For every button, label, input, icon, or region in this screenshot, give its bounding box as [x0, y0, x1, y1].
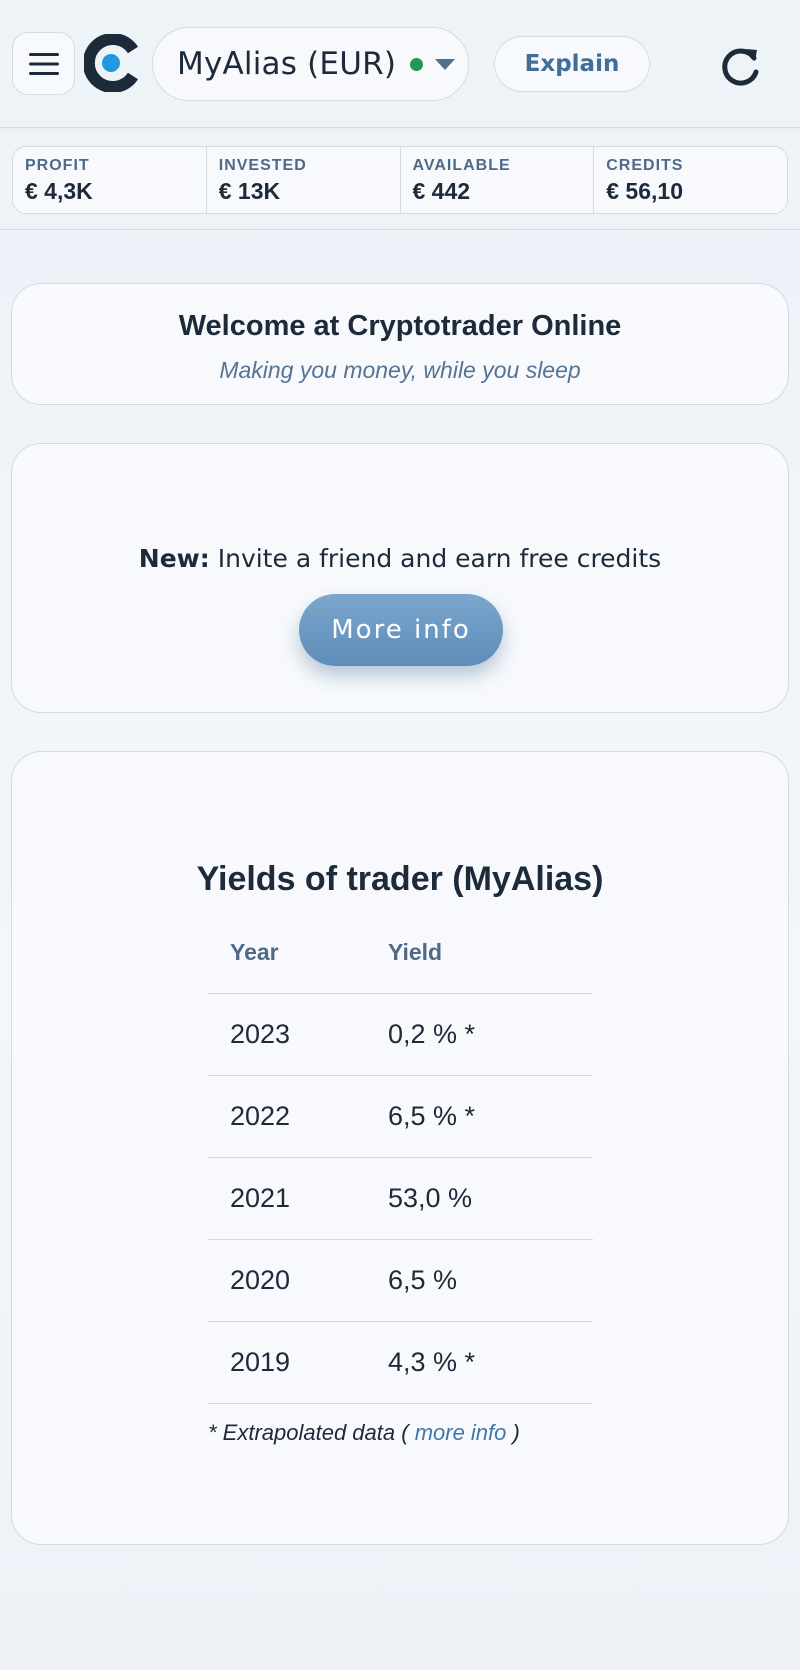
footnote-more-info-link[interactable]: more info — [415, 1420, 507, 1445]
account-selector[interactable]: MyAlias (EUR) — [152, 27, 469, 101]
year-cell: 2022 — [230, 1101, 291, 1131]
welcome-card: Welcome at Cryptotrader Online Making yo… — [11, 283, 789, 405]
table-row: 2021 53,0 % — [208, 1158, 593, 1240]
promo-prefix: New: — [138, 544, 210, 573]
stat-profit: PROFIT € 4,3K — [13, 147, 207, 213]
yield-cell: 4,3 % * — [388, 1347, 476, 1377]
yield-cell: 0,2 % * — [388, 1019, 476, 1049]
refresh-icon — [722, 48, 759, 86]
stat-available: AVAILABLE € 442 — [401, 147, 595, 213]
refresh-button[interactable] — [716, 42, 764, 90]
stat-value: € 13K — [218, 178, 281, 204]
stat-label: PROFIT — [25, 157, 90, 174]
top-bar: MyAlias (EUR) Explain — [0, 0, 800, 128]
yield-cell: 6,5 % — [388, 1265, 458, 1295]
table-row: 2019 4,3 % * — [208, 1322, 593, 1404]
yield-cell: 6,5 % * — [388, 1101, 476, 1131]
explain-button[interactable]: Explain — [494, 36, 650, 92]
extrapolated-footnote: * Extrapolated data ( more info ) — [208, 1420, 520, 1446]
chevron-down-icon — [435, 58, 456, 70]
more-info-button[interactable]: More info — [299, 594, 503, 666]
column-header-yield: Yield — [388, 939, 443, 965]
account-name: MyAlias (EUR) — [177, 46, 397, 82]
year-cell: 2021 — [230, 1183, 291, 1213]
footnote-prefix: * Extrapolated data ( — [208, 1420, 415, 1445]
stat-invested: INVESTED € 13K — [207, 147, 401, 213]
stat-label: AVAILABLE — [412, 157, 511, 174]
footnote-suffix: ) — [506, 1420, 520, 1445]
welcome-subtitle: Making you money, while you sleep — [219, 357, 581, 383]
stat-value: € 442 — [412, 178, 471, 204]
year-cell: 2023 — [230, 1019, 291, 1049]
yields-table: Year Yield 2023 0,2 % * 2022 6,5 % * 202… — [208, 912, 593, 1404]
hamburger-menu-icon — [28, 52, 59, 75]
year-cell: 2020 — [230, 1265, 291, 1295]
menu-button[interactable] — [12, 32, 75, 95]
stat-label: INVESTED — [218, 157, 307, 174]
yield-cell: 53,0 % — [388, 1183, 473, 1213]
stats-bar: PROFIT € 4,3K INVESTED € 13K AVAILABLE €… — [0, 130, 800, 230]
table-row: 2023 0,2 % * — [208, 994, 593, 1076]
online-status-dot — [410, 57, 424, 71]
year-cell: 2019 — [230, 1347, 291, 1377]
stat-value: € 4,3K — [25, 178, 93, 204]
promo-message: Invite a friend and earn free credits — [209, 544, 662, 573]
table-header-row: Year Yield — [208, 912, 593, 994]
yields-card: Yields of trader (MyAlias) Year Yield 20… — [11, 751, 789, 1545]
yields-title: Yields of trader (MyAlias) — [196, 860, 604, 898]
stats-panel: PROFIT € 4,3K INVESTED € 13K AVAILABLE €… — [12, 146, 788, 214]
app-logo[interactable] — [82, 33, 140, 93]
column-header-year: Year — [230, 939, 279, 965]
stat-label: CREDITS — [606, 157, 684, 174]
promo-text: New: Invite a friend and earn free credi… — [12, 544, 788, 573]
welcome-title: Welcome at Cryptotrader Online — [178, 310, 622, 342]
table-row: 2020 6,5 % — [208, 1240, 593, 1322]
stat-credits: CREDITS € 56,10 — [594, 147, 787, 213]
promo-card: New: Invite a friend and earn free credi… — [11, 443, 789, 713]
stat-value: € 56,10 — [606, 178, 683, 204]
table-row: 2022 6,5 % * — [208, 1076, 593, 1158]
